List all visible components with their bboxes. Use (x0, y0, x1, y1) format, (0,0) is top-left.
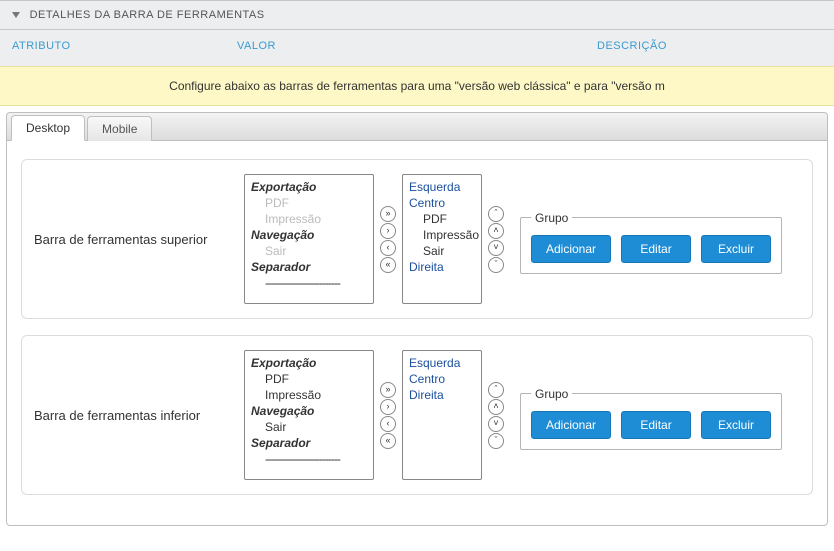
source-list-top[interactable]: Exportação PDF Impressão Navegação Sair … (244, 174, 374, 304)
delete-button[interactable]: Excluir (701, 235, 771, 263)
move-vertical-bottom: ˆ ˄ ˅ ˇ (488, 382, 504, 449)
move-all-left-button[interactable]: « (380, 433, 396, 449)
column-headers: ATRIBUTO VALOR DESCRIÇÃO (0, 30, 834, 66)
move-horizontal-top: » › ‹ « (380, 206, 396, 273)
move-down-button[interactable]: ˅ (488, 240, 504, 256)
list-group[interactable]: Navegação (251, 403, 367, 419)
target-list-top[interactable]: Esquerda Centro PDF Impressão Sair Direi… (402, 174, 482, 304)
list-separator[interactable]: ------------------------- (251, 275, 367, 291)
list-group[interactable]: Navegação (251, 227, 367, 243)
panel-bottom-toolbar: Barra de ferramentas inferior Exportação… (21, 335, 813, 495)
list-section[interactable]: Direita (409, 259, 475, 275)
list-item[interactable]: Impressão (409, 227, 475, 243)
target-list-bottom[interactable]: Esquerda Centro Direita (402, 350, 482, 480)
column-header-attribute[interactable]: ATRIBUTO (12, 40, 237, 52)
collapse-triangle-icon (12, 12, 20, 18)
group-fieldset-bottom: Grupo Adicionar Editar Excluir (520, 387, 782, 450)
move-bottom-button[interactable]: ˇ (488, 257, 504, 273)
move-top-button[interactable]: ˆ (488, 206, 504, 222)
move-vertical-top: ˆ ˄ ˅ ˇ (488, 206, 504, 273)
move-left-button[interactable]: ‹ (380, 416, 396, 432)
move-all-right-button[interactable]: » (380, 206, 396, 222)
list-section[interactable]: Direita (409, 387, 475, 403)
edit-button[interactable]: Editar (621, 235, 691, 263)
add-button[interactable]: Adicionar (531, 235, 611, 263)
list-group[interactable]: Separador (251, 435, 367, 451)
panel-label-bottom: Barra de ferramentas inferior (34, 408, 244, 423)
column-header-value[interactable]: VALOR (237, 40, 597, 52)
move-down-button[interactable]: ˅ (488, 416, 504, 432)
list-section[interactable]: Esquerda (409, 355, 475, 371)
panel-label-top: Barra de ferramentas superior (34, 232, 244, 247)
list-section[interactable]: Centro (409, 195, 475, 211)
group-legend: Grupo (531, 211, 572, 225)
list-item[interactable]: Impressão (251, 387, 367, 403)
source-list-bottom[interactable]: Exportação PDF Impressão Navegação Sair … (244, 350, 374, 480)
list-section[interactable]: Esquerda (409, 179, 475, 195)
move-up-button[interactable]: ˄ (488, 399, 504, 415)
panel-top-toolbar: Barra de ferramentas superior Exportação… (21, 159, 813, 319)
move-up-button[interactable]: ˄ (488, 223, 504, 239)
tab-strip: Desktop Mobile (6, 112, 828, 140)
list-item[interactable]: Sair (409, 243, 475, 259)
add-button[interactable]: Adicionar (531, 411, 611, 439)
move-top-button[interactable]: ˆ (488, 382, 504, 398)
list-item[interactable]: Sair (251, 419, 367, 435)
move-horizontal-bottom: » › ‹ « (380, 382, 396, 449)
move-all-left-button[interactable]: « (380, 257, 396, 273)
move-bottom-button[interactable]: ˇ (488, 433, 504, 449)
move-all-right-button[interactable]: » (380, 382, 396, 398)
move-right-button[interactable]: › (380, 223, 396, 239)
tab-body-desktop: Barra de ferramentas superior Exportação… (6, 140, 828, 526)
list-item[interactable]: PDF (251, 195, 367, 211)
list-group[interactable]: Exportação (251, 179, 367, 195)
list-group[interactable]: Separador (251, 259, 367, 275)
list-item[interactable]: PDF (251, 371, 367, 387)
list-separator[interactable]: ------------------------- (251, 451, 367, 467)
edit-button[interactable]: Editar (621, 411, 691, 439)
move-right-button[interactable]: › (380, 399, 396, 415)
move-left-button[interactable]: ‹ (380, 240, 396, 256)
tab-desktop[interactable]: Desktop (11, 115, 85, 141)
list-section[interactable]: Centro (409, 371, 475, 387)
list-item[interactable]: Sair (251, 243, 367, 259)
list-group[interactable]: Exportação (251, 355, 367, 371)
list-item[interactable]: Impressão (251, 211, 367, 227)
column-header-description[interactable]: DESCRIÇÃO (597, 40, 822, 52)
group-legend: Grupo (531, 387, 572, 401)
list-item[interactable]: PDF (409, 211, 475, 227)
config-notice: Configure abaixo as barras de ferramenta… (0, 66, 834, 106)
section-title: DETALHES DA BARRA DE FERRAMENTAS (30, 9, 265, 21)
group-fieldset-top: Grupo Adicionar Editar Excluir (520, 211, 782, 274)
section-header[interactable]: DETALHES DA BARRA DE FERRAMENTAS (0, 0, 834, 30)
delete-button[interactable]: Excluir (701, 411, 771, 439)
tab-mobile[interactable]: Mobile (87, 116, 152, 141)
